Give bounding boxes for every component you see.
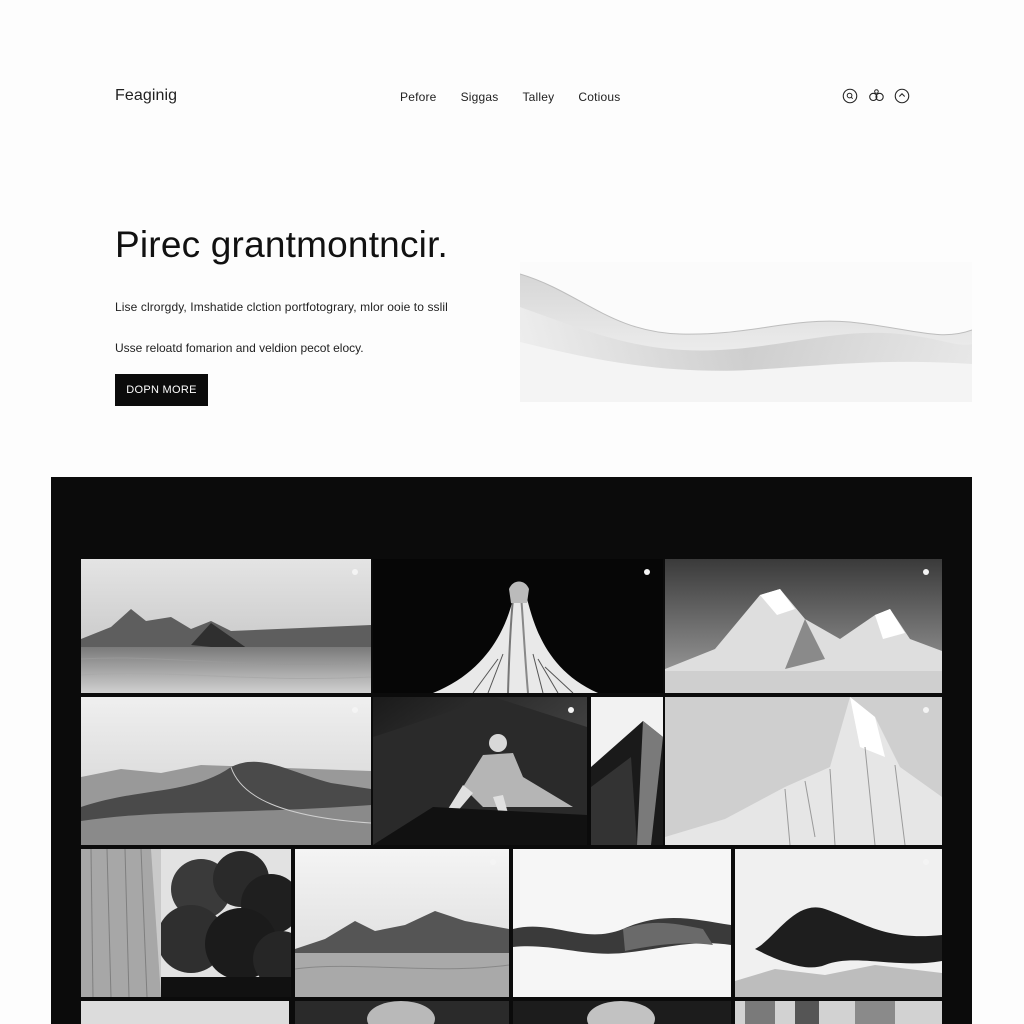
gallery-tile-sculpture[interactable] [373,697,587,845]
gallery-tile-architecture[interactable] [373,559,663,693]
gallery-tile-bright[interactable] [81,1001,289,1024]
nav-item-cotious[interactable]: Cotious [578,90,620,104]
hero-title: Pirec grantmontncir. [115,224,449,265]
tile-pin-icon [923,859,929,865]
learn-more-button[interactable]: DOPN MORE [115,374,208,406]
main-nav: Pefore Siggas Talley Cotious [400,90,644,104]
gallery-tile-desert-dunes[interactable] [81,559,371,693]
user-icon[interactable] [866,86,886,106]
tile-pin-icon [352,707,358,713]
gallery-tile-dunes[interactable] [295,849,509,997]
gallery-tile-city-buildings[interactable] [735,1001,942,1024]
gallery-tile-rocky-peak[interactable] [665,697,942,845]
hero-description: Usse reloatd fomarion and veldion pecot … [115,341,364,355]
gallery-tile-snowy-mountains[interactable] [665,559,942,693]
heart-icon[interactable] [892,86,912,106]
gallery-tile-sand-dunes[interactable] [81,697,371,845]
nav-icons [840,86,912,106]
tile-pin-icon [490,859,496,865]
tile-pin-icon [352,569,358,575]
tile-pin-icon [644,569,650,575]
gallery-tile-angular-building[interactable] [591,697,663,845]
brand-logo[interactable]: Feaginig [115,87,177,105]
page: Feaginig Pefore Siggas Talley Cotious Pi… [0,0,1024,1024]
hero-subtitle: Lise clrorgdy, Imshatide clction portfot… [115,300,448,314]
gallery-tile-portrait[interactable] [513,1001,731,1024]
tile-pin-icon [923,707,929,713]
tile-pin-icon [568,707,574,713]
gallery-tile-portrait[interactable] [295,1001,509,1024]
hero-wave-image [519,262,973,402]
gallery-tile-forest[interactable] [161,849,291,997]
gallery-tile-fabric-wave[interactable] [513,849,731,997]
nav-item-pefore[interactable]: Pefore [400,90,437,104]
search-icon[interactable] [840,86,860,106]
tile-pin-icon [923,569,929,575]
photo-gallery [51,477,972,1024]
nav-item-talley[interactable]: Talley [522,90,554,104]
gallery-tile-cliff-wall[interactable] [81,849,161,997]
nav-item-siggas[interactable]: Siggas [461,90,499,104]
gallery-tile-floating-fabric[interactable] [735,849,942,997]
